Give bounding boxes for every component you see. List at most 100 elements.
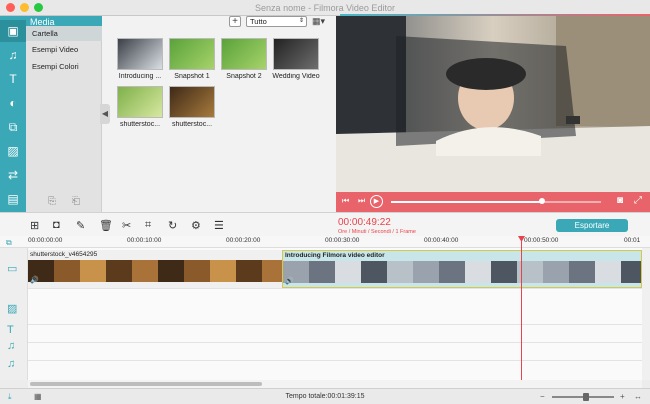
clip-frame xyxy=(210,260,236,282)
ruler-tick: 00:01 xyxy=(624,237,641,244)
media-thumbnail[interactable] xyxy=(273,38,319,70)
clip-frame xyxy=(80,260,106,282)
ruler-tick: 00:00:40:00 xyxy=(424,237,459,244)
media-thumbnail[interactable] xyxy=(117,38,163,70)
record-icon[interactable]: ⊞ xyxy=(30,219,39,232)
camera-icon[interactable]: ◙ xyxy=(617,195,623,206)
rewind-button[interactable]: ⏮ xyxy=(342,196,349,206)
clip-frame xyxy=(236,260,262,282)
video-clip-2[interactable]: Introducing Filmora video editor 🔊 xyxy=(282,250,642,288)
preview-controls: ⏮ ⏭ ▶ ◙ ⤢ xyxy=(336,192,650,212)
view-grid-icon[interactable]: ▦▾ xyxy=(312,16,325,27)
image-icon: ▨ xyxy=(7,144,19,158)
timeline-tracks[interactable]: shutterstock_v4654295 🔊 Introducing Film… xyxy=(28,248,642,380)
delete-icon[interactable]: 🗑 xyxy=(99,219,113,232)
add-folder-icon[interactable]: ⎘ xyxy=(48,196,56,207)
clip-frame xyxy=(309,261,335,283)
zoom-knob[interactable] xyxy=(583,393,590,401)
forward-button[interactable]: ⏭ xyxy=(358,196,365,206)
filter-dropdown[interactable]: Tutto ⇕ xyxy=(246,16,307,27)
horizontal-scrollbar[interactable] xyxy=(28,380,642,388)
sidebar-text-button[interactable]: T xyxy=(0,68,26,90)
status-bar: ⤓ ▦ Tempo totale:00:01:39:15 − + ↔ xyxy=(0,388,650,404)
clip-frames xyxy=(28,260,282,282)
clip-frame xyxy=(413,261,439,283)
video-track-icon[interactable]: ▭ xyxy=(7,262,17,275)
clip-name: Introducing Filmora video editor xyxy=(285,252,385,259)
export-button[interactable]: Esportare xyxy=(556,219,628,232)
sidebar-overlays-button[interactable]: ⧉ xyxy=(0,116,26,138)
clip-frame xyxy=(439,261,465,283)
clip-frame xyxy=(106,260,132,282)
zoom-in-icon[interactable]: + xyxy=(620,392,625,401)
audio-icon[interactable]: 🔊 xyxy=(285,277,294,285)
filter-icon: ◐ xyxy=(9,96,17,110)
adjust-icon[interactable]: ☰ xyxy=(214,219,224,232)
audio-icon[interactable]: 🔊 xyxy=(30,276,39,284)
thumbnail-label: shutterstoc... xyxy=(119,121,161,128)
vertical-scrollbar[interactable] xyxy=(642,248,650,380)
ruler-tick: 00:00:20:00 xyxy=(226,237,261,244)
clip-frame xyxy=(54,260,80,282)
playhead[interactable] xyxy=(521,236,522,380)
clip-frame xyxy=(491,261,517,283)
timeline-add-icon[interactable]: ⧉ xyxy=(6,238,12,248)
scrollbar-thumb[interactable] xyxy=(30,382,262,386)
dropdown-arrow-icon: ⇕ xyxy=(298,18,304,24)
snapshot-icon[interactable]: ◘ xyxy=(53,219,60,231)
delete-folder-icon[interactable]: ⎗ xyxy=(72,196,80,207)
collapse-panel-button[interactable]: ◀ xyxy=(100,104,110,124)
sidebar-music-button[interactable]: ♫ xyxy=(0,44,26,66)
overlay-icon: ⧉ xyxy=(8,119,18,134)
sidebar-split-screen-button[interactable]: ▤ xyxy=(0,188,26,210)
thumbnail-label: Snapshot 2 xyxy=(226,73,262,80)
clip-frame xyxy=(569,261,595,283)
ruler-tick: 00:00:00:00 xyxy=(28,237,63,244)
clip-frame xyxy=(184,260,210,282)
clip-frame xyxy=(262,260,282,282)
timeline-ruler[interactable]: ⧉ 00:00:00:00 00:00:10:00 00:00:20:00 00… xyxy=(0,236,650,248)
track-divider xyxy=(28,342,642,343)
settings-icon[interactable]: ⚙ xyxy=(191,219,201,232)
video-clip-1[interactable]: shutterstock_v4654295 🔊 xyxy=(28,250,282,288)
clip-frames xyxy=(283,261,641,283)
preview-progress-knob[interactable] xyxy=(539,198,546,204)
sidebar-filters-button[interactable]: ◐ xyxy=(0,92,26,114)
category-esempi-colori[interactable]: Esempi Colori xyxy=(26,59,102,74)
category-esempi-video[interactable]: Esempi Video xyxy=(26,42,102,57)
title-bar: Senza nome - Filmora Video Editor xyxy=(0,0,650,16)
clip-frame xyxy=(595,261,621,283)
sidebar-transitions-button[interactable]: ⇄ xyxy=(0,164,26,186)
sidebar-elements-button[interactable]: ▨ xyxy=(0,140,26,162)
sidebar-media-button[interactable]: ▣ xyxy=(0,20,26,42)
track-divider xyxy=(28,324,642,325)
category-cartella[interactable]: Cartella xyxy=(26,26,102,41)
media-thumbnail[interactable] xyxy=(117,86,163,118)
play-button[interactable]: ▶ xyxy=(370,195,383,208)
video-preview xyxy=(336,16,650,192)
music-track-2-icon[interactable]: ♫ xyxy=(7,358,15,370)
microphone-icon[interactable]: ✎ xyxy=(76,219,85,232)
text-track-icon[interactable]: T xyxy=(7,324,14,336)
music-track-icon[interactable]: ♫ xyxy=(7,340,15,352)
clip-name: shutterstock_v4654295 xyxy=(30,251,98,258)
media-thumbnail[interactable] xyxy=(221,38,267,70)
clip-frame xyxy=(158,260,184,282)
fit-timeline-icon[interactable]: ↔ xyxy=(634,392,642,401)
crop-icon[interactable]: ⌗ xyxy=(145,219,151,232)
import-button[interactable]: + xyxy=(229,16,241,27)
media-thumbnail[interactable] xyxy=(169,38,215,70)
cut-icon[interactable]: ✂ xyxy=(122,219,131,232)
left-sidebar: ▣ ♫ T ◐ ⧉ ▨ ⇄ ▤ xyxy=(0,16,26,212)
rotate-icon[interactable]: ↻ xyxy=(168,219,177,232)
fullscreen-icon[interactable]: ⤢ xyxy=(634,195,642,206)
thumbnail-label: Wedding Video xyxy=(272,73,320,80)
image-track-icon[interactable]: ▨ xyxy=(7,302,17,315)
media-thumbnail[interactable] xyxy=(169,86,215,118)
clip-frame xyxy=(387,261,413,283)
preview-progress-fill xyxy=(391,201,543,203)
clip-frame xyxy=(335,261,361,283)
split-screen-icon: ▤ xyxy=(7,192,19,206)
zoom-out-icon[interactable]: − xyxy=(540,392,545,401)
filter-value: Tutto xyxy=(250,17,267,26)
